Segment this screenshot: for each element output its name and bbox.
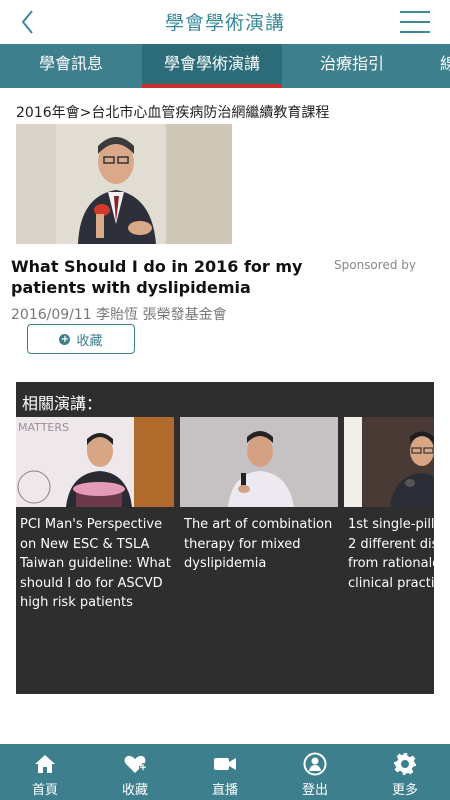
related-card-title: 1st single-pill treating 2 different dis… xyxy=(348,517,434,591)
add-favorite-button[interactable]: + 收藏 xyxy=(27,324,135,354)
related-thumbnail[interactable] xyxy=(344,417,434,507)
menu-line xyxy=(400,21,430,23)
nav-live[interactable]: 直播 xyxy=(180,744,270,800)
bottom-nav: 首頁 收藏 直播 登出 更多 xyxy=(0,744,450,800)
menu-line xyxy=(400,31,430,33)
related-thumbnail[interactable] xyxy=(180,417,338,507)
banner-text: MATTERS xyxy=(18,421,69,434)
related-card[interactable]: The art of combination therapy for mixed… xyxy=(180,417,338,574)
nav-label: 登出 xyxy=(301,783,328,798)
related-card[interactable]: MATTERS HE PCI Man's Perspective on New … xyxy=(16,417,174,613)
nav-logout[interactable]: 登出 xyxy=(270,744,360,800)
app-header: 學會學術演講 xyxy=(0,0,450,44)
related-card[interactable]: 1st single-pill treating 2 different dis… xyxy=(344,417,434,593)
sponsored-label: Sponsored by xyxy=(334,258,416,272)
user-circle-icon xyxy=(303,752,327,776)
home-icon xyxy=(35,755,55,773)
speaker-photo xyxy=(344,417,434,507)
video-camera-icon xyxy=(214,758,236,770)
lecture-title: What Should I do in 2016 for my patients… xyxy=(11,257,303,297)
related-card-title: The art of combination therapy for mixed… xyxy=(184,517,333,571)
menu-line xyxy=(400,11,430,13)
related-card-title: PCI Man's Perspective on New ESC & TSLA … xyxy=(20,517,171,610)
menu-button[interactable] xyxy=(400,11,430,35)
tab-guidelines[interactable]: 治療指引 xyxy=(282,44,422,88)
nav-label: 首頁 xyxy=(31,783,58,798)
nav-favorites[interactable]: 收藏 xyxy=(90,744,180,800)
plus-circle-icon: + xyxy=(59,333,71,345)
tab-more[interactable]: 線 xyxy=(440,44,450,88)
speaker-photo: MATTERS HE xyxy=(16,417,174,507)
related-thumbnail[interactable]: MATTERS HE xyxy=(16,417,174,507)
tab-news[interactable]: 學會訊息 xyxy=(0,44,142,88)
speaker-photo xyxy=(180,417,338,507)
related-title: 相關演講： xyxy=(22,394,103,413)
lecture-meta: 2016/09/11 李貽恆 張榮發基金會 xyxy=(11,307,227,323)
lecture-category: 2016年會>台北市心血管疾病防治網繼續教育課程 xyxy=(16,105,330,121)
lecture-video-thumbnail[interactable] xyxy=(16,124,232,244)
tab-lectures[interactable]: 學會學術演講 xyxy=(142,44,282,88)
nav-label: 直播 xyxy=(211,783,238,798)
nav-label: 收藏 xyxy=(121,783,148,798)
heart-plus-icon xyxy=(124,755,147,773)
tab-bar: 學會訊息 學會學術演講 治療指引 線 xyxy=(0,44,450,88)
speaker-photo xyxy=(16,124,232,244)
favorite-label: 收藏 xyxy=(76,333,103,349)
gear-icon xyxy=(394,753,416,775)
page-title: 學會學術演講 xyxy=(164,12,285,34)
nav-home[interactable]: 首頁 xyxy=(0,744,90,800)
related-lectures: 相關演講： MATTERS HE PCI Man's Perspective o… xyxy=(16,382,434,694)
nav-label: 更多 xyxy=(391,783,418,798)
nav-more[interactable]: 更多 xyxy=(360,744,450,800)
